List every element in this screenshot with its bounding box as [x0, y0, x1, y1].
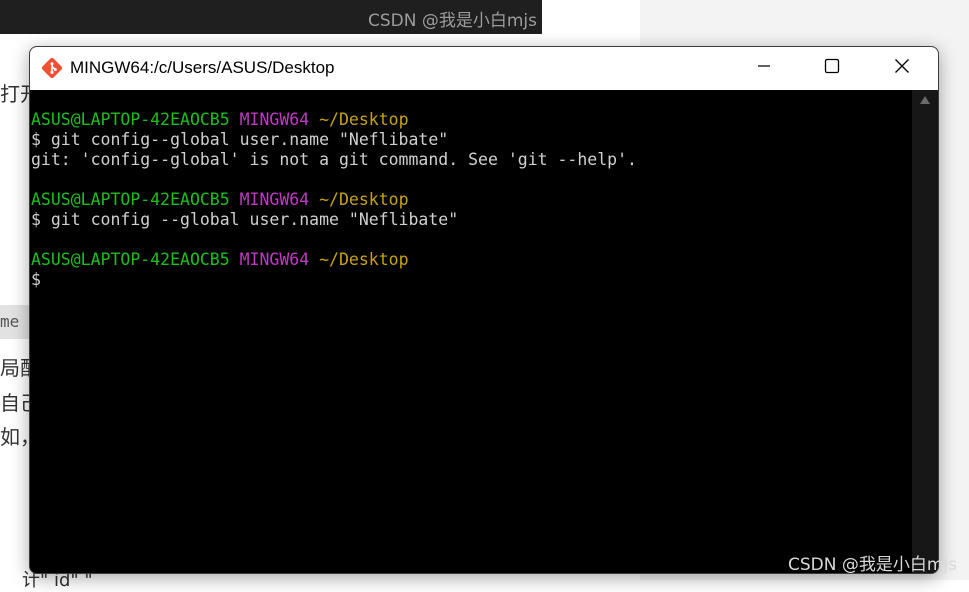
git-diamond-icon — [40, 56, 64, 80]
scroll-up-button[interactable] — [912, 90, 938, 112]
command-line: $ git config --global user.name "Nefliba… — [31, 210, 459, 229]
watermark-bottom: CSDN @我是小白mjs — [788, 555, 958, 575]
prompt-system: MINGW64 — [239, 250, 310, 269]
prompt-system: MINGW64 — [239, 110, 310, 129]
prompt-system: MINGW64 — [239, 190, 310, 209]
prompt-path: ~/Desktop — [319, 190, 409, 209]
background-code-text: me — [0, 312, 20, 331]
terminal-output[interactable]: ASUS@LAPTOP-42EAOCB5 MINGW64 ~/Desktop $… — [30, 90, 912, 573]
minimize-button[interactable] — [730, 47, 798, 90]
output-line: git: 'config--global' is not a git comma… — [31, 150, 637, 169]
title-bar[interactable]: MINGW64:/c/Users/ASUS/Desktop — [30, 47, 938, 90]
prompt-line: ASUS@LAPTOP-42EAOCB5 MINGW64 ~/Desktop — [31, 110, 409, 130]
window-title: MINGW64:/c/Users/ASUS/Desktop — [70, 58, 335, 77]
vertical-scrollbar[interactable] — [912, 90, 938, 573]
terminal-window[interactable]: MINGW64:/c/Users/ASUS/Desktop ASUS@LAPTO… — [29, 46, 939, 574]
triangle-up-icon — [919, 92, 931, 110]
prompt-user: ASUS@LAPTOP-42EAOCB5 — [31, 190, 230, 209]
close-icon — [894, 58, 910, 79]
command-input-line[interactable]: $ — [31, 270, 41, 290]
prompt-user: ASUS@LAPTOP-42EAOCB5 — [31, 250, 230, 269]
prompt-user: ASUS@LAPTOP-42EAOCB5 — [31, 110, 230, 129]
prompt-line: ASUS@LAPTOP-42EAOCB5 MINGW64 ~/Desktop — [31, 190, 409, 210]
maximize-button[interactable] — [798, 47, 866, 90]
watermark-top: CSDN @我是小白mjs — [367, 11, 537, 31]
command-line: $ git config--global user.name "Neflibat… — [31, 130, 449, 149]
prompt-line: ASUS@LAPTOP-42EAOCB5 MINGW64 ~/Desktop — [31, 250, 409, 270]
minimize-icon — [757, 59, 771, 78]
maximize-icon — [824, 58, 840, 79]
close-button[interactable] — [868, 47, 936, 90]
prompt-path: ~/Desktop — [319, 250, 409, 269]
prompt-path: ~/Desktop — [319, 110, 409, 129]
